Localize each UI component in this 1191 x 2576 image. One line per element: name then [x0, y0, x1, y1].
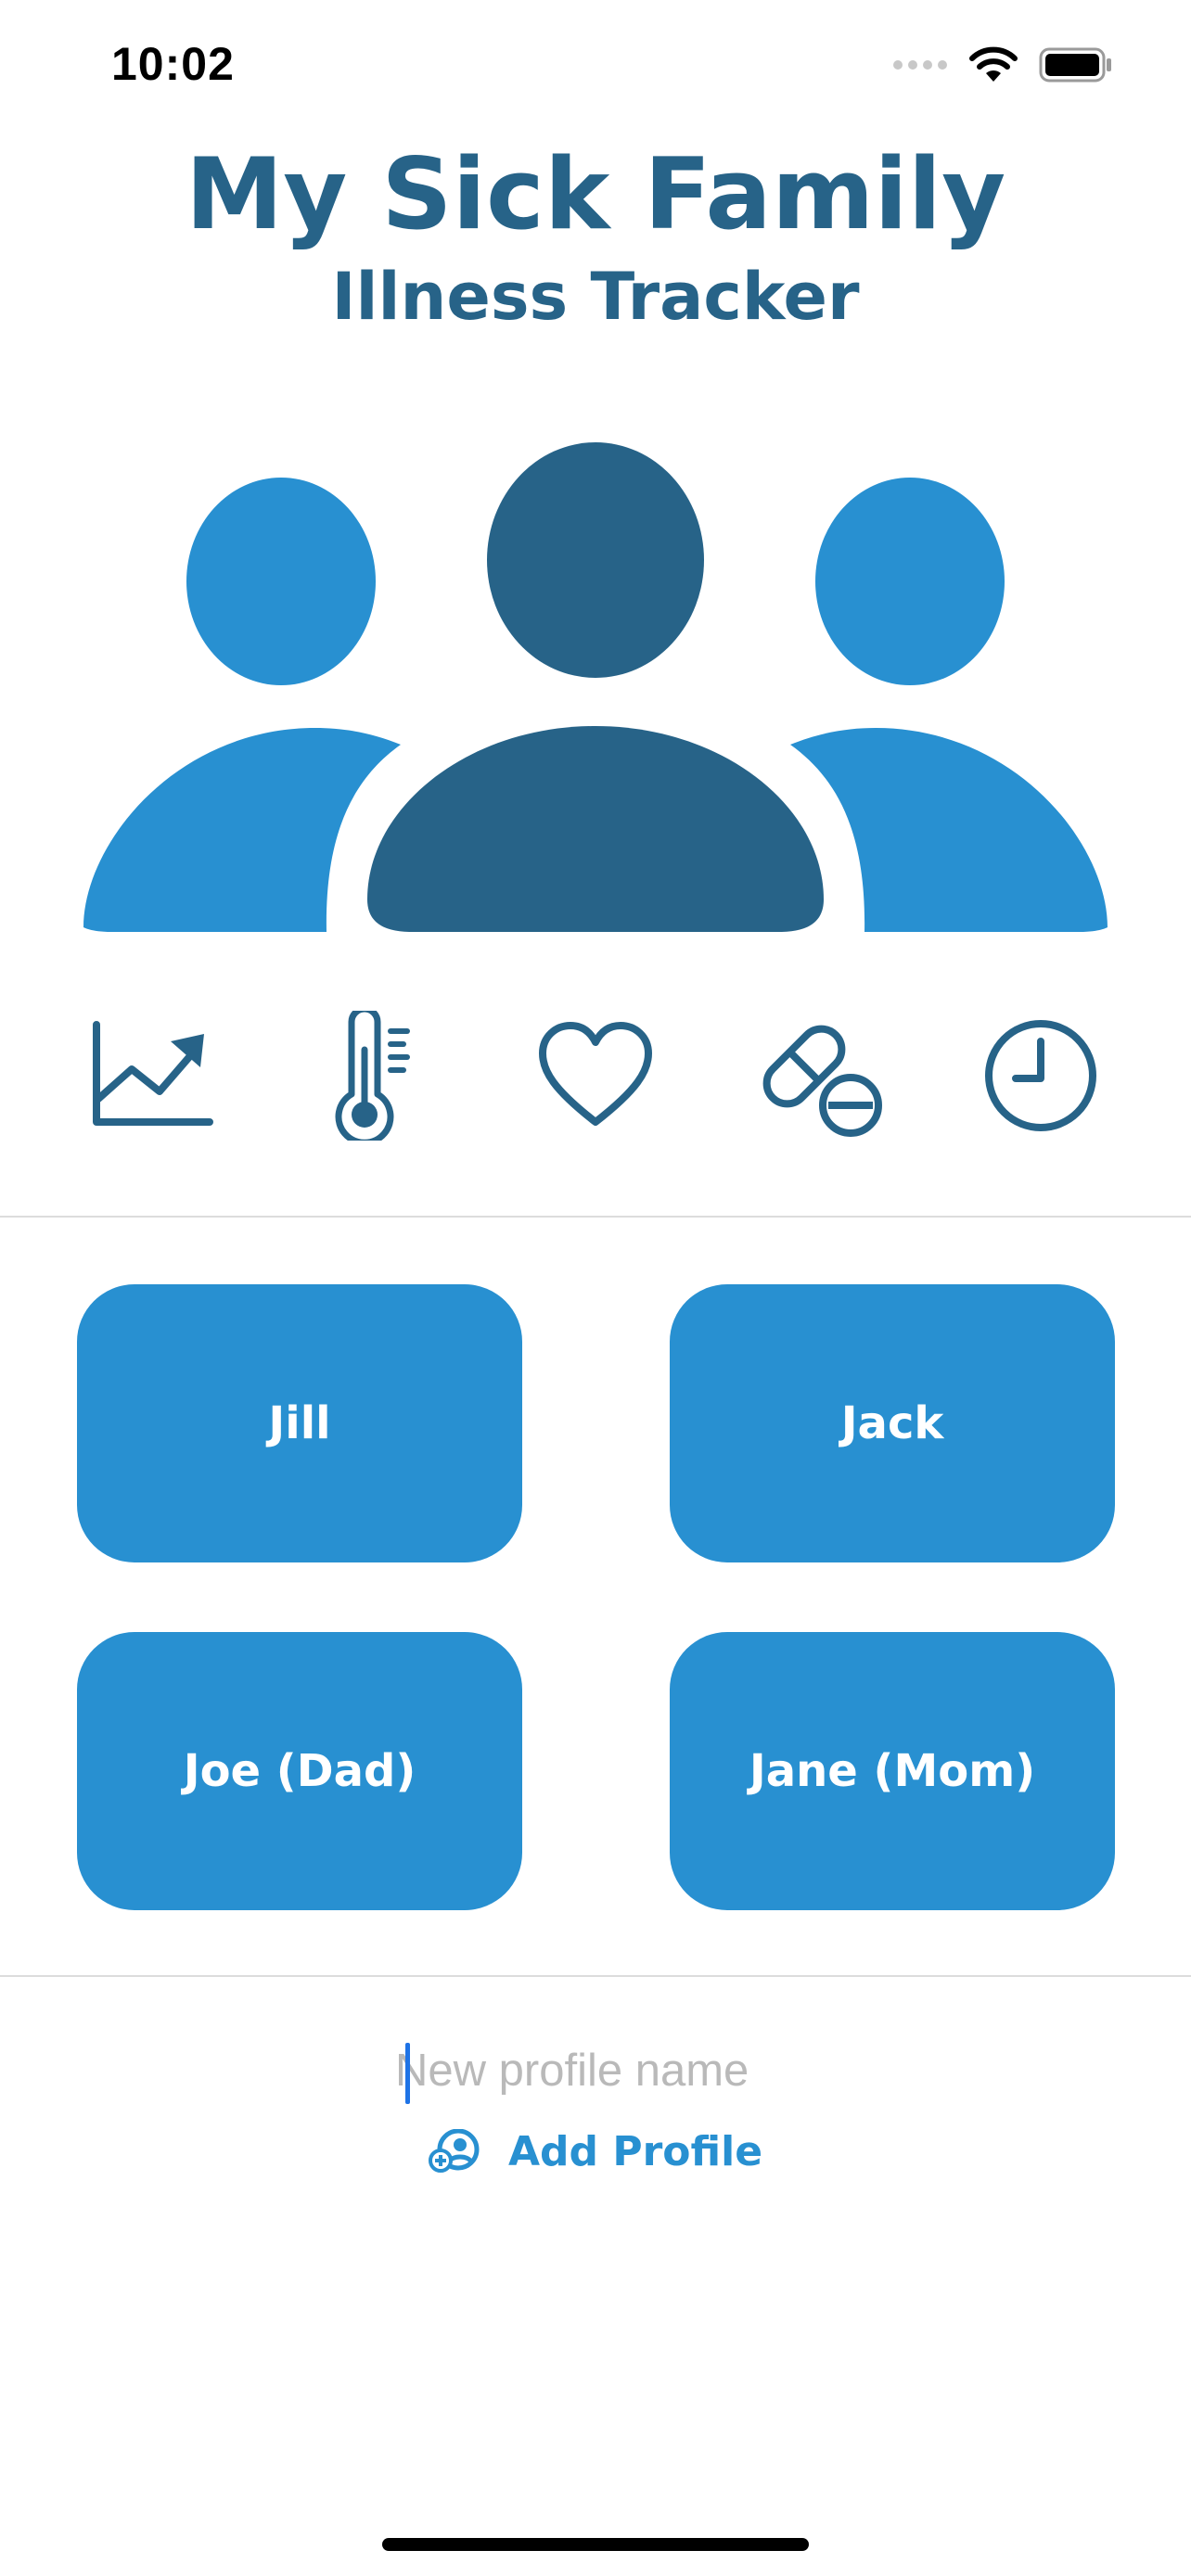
status-time: 10:02 [111, 38, 235, 90]
chart-trend-icon[interactable] [76, 1001, 224, 1150]
thermometer-icon[interactable] [299, 1001, 447, 1150]
text-caret [405, 2043, 410, 2104]
add-profile-button[interactable]: Add Profile [0, 2114, 1191, 2188]
add-person-icon [428, 2129, 480, 2173]
heart-icon[interactable] [521, 1001, 670, 1150]
divider-top [0, 1216, 1191, 1218]
family-icon [83, 442, 1108, 932]
new-profile-name-input[interactable] [395, 2035, 803, 2106]
battery-icon [1039, 47, 1111, 83]
profile-button-jack[interactable]: Jack [670, 1284, 1115, 1562]
page-subtitle: Illness Tracker [331, 259, 860, 335]
profile-button-joe-dad[interactable]: Joe (Dad) [77, 1632, 522, 1910]
wifi-icon [969, 46, 1018, 82]
feature-icons-row [0, 1001, 1191, 1150]
pill-icon[interactable] [744, 1001, 892, 1150]
page-title: My Sick Family [185, 137, 1006, 251]
divider-bottom [0, 1975, 1191, 1977]
signal-dots-icon [893, 60, 947, 70]
status-bar: 10:02 [0, 0, 1191, 130]
home-indicator[interactable] [382, 2538, 809, 2551]
clock-icon[interactable] [967, 1001, 1115, 1150]
add-profile-label: Add Profile [507, 2127, 763, 2175]
new-profile-container [0, 2035, 1191, 2110]
profile-button-jill[interactable]: Jill [77, 1284, 522, 1562]
profile-button-jane-mom[interactable]: Jane (Mom) [670, 1632, 1115, 1910]
status-icons [892, 45, 1113, 85]
